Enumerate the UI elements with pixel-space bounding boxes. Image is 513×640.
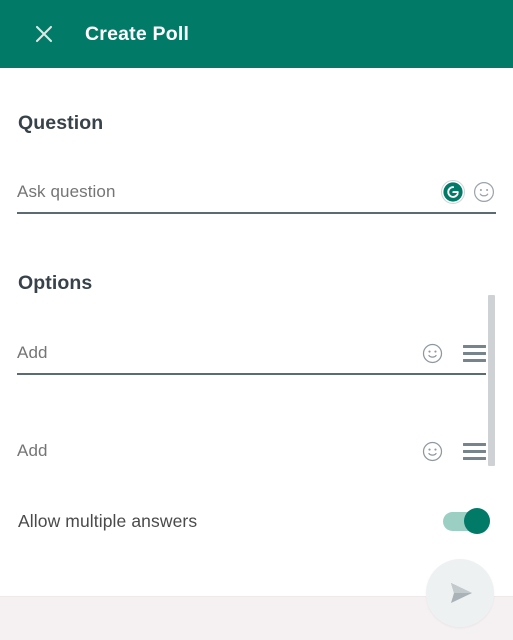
vertical-scrollbar-track[interactable] [500,68,513,596]
drag-handle-icon[interactable] [462,341,486,365]
drag-handle-bar [462,449,486,453]
allow-multiple-answers-toggle[interactable] [443,508,490,534]
drag-handle-bar [462,351,486,355]
vertical-scrollbar-thumb[interactable] [488,295,495,466]
emoji-icon[interactable] [421,440,444,463]
option-field-row [17,433,486,469]
allow-multiple-answers-row: Allow multiple answers [18,506,490,536]
toggle-knob [464,508,490,534]
dialog-body: Question Ask question Options Add Add Al… [0,68,513,596]
close-button[interactable] [26,16,62,52]
drag-handle-bar [462,456,486,460]
option-input-underline [17,373,486,375]
option-input-2[interactable] [17,441,421,461]
question-section-heading: Question [18,112,104,134]
close-icon [33,23,55,45]
option-field-icons [421,341,486,365]
option-field-row [17,335,486,371]
allow-multiple-answers-label: Allow multiple answers [18,510,198,531]
drag-handle-bar [462,442,486,446]
create-poll-dialog: Create Poll Question Ask question Option… [0,0,513,640]
send-icon [444,578,476,608]
option-input-1[interactable] [17,343,421,363]
send-button[interactable] [426,559,494,627]
option-field-icons [421,439,486,463]
question-input-underline [17,212,496,214]
drag-handle-bar [462,344,486,348]
question-field-row [17,174,496,210]
grammarly-icon[interactable] [440,179,466,205]
emoji-icon[interactable] [472,180,496,204]
drag-handle-icon[interactable] [462,439,486,463]
options-section-heading: Options [18,272,93,294]
question-input[interactable] [17,182,440,202]
emoji-icon[interactable] [421,342,444,365]
dialog-header: Create Poll [0,0,513,68]
question-field-icons [440,179,496,205]
dialog-title: Create Poll [85,22,190,45]
drag-handle-bar [462,358,486,362]
